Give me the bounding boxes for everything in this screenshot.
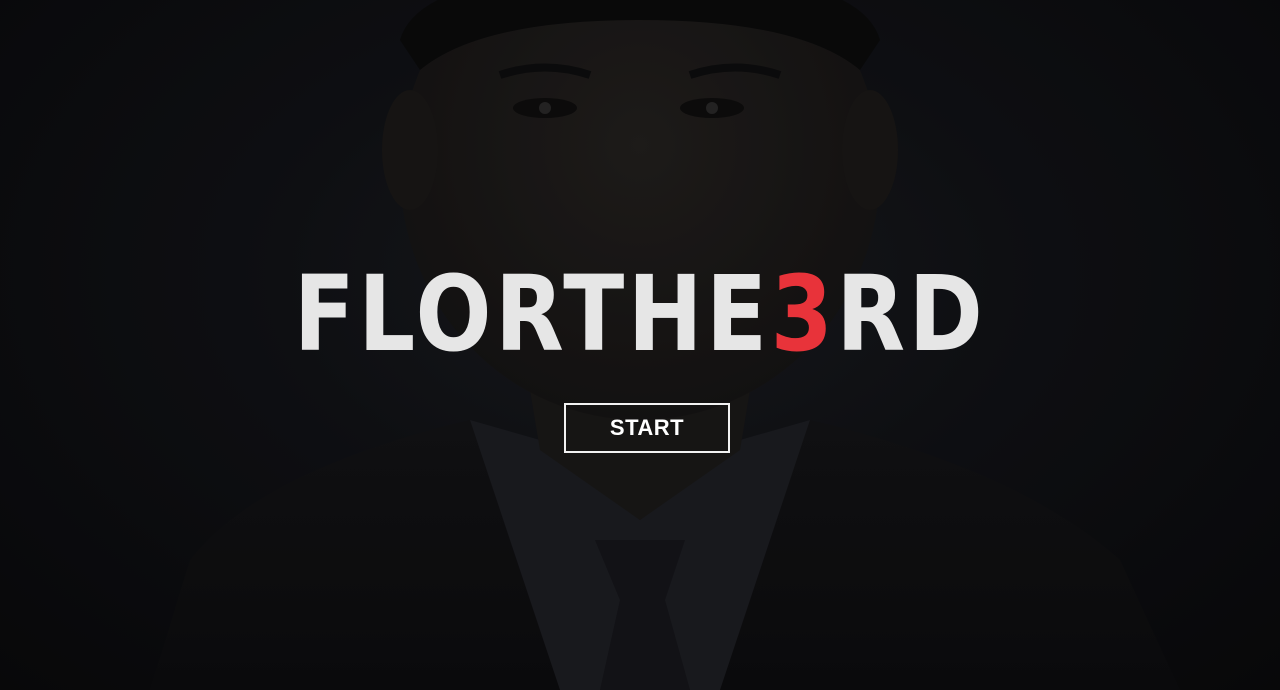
logo-text-part2: RD bbox=[836, 253, 987, 375]
logo-accent-digit: 3 bbox=[770, 253, 837, 375]
site-logo: FLORTHE3RD bbox=[90, 262, 1191, 366]
start-button[interactable]: START bbox=[564, 403, 730, 453]
landing-screen: FLORTHE3RD START bbox=[0, 0, 1280, 690]
logo-text-part1: FLORTHE bbox=[293, 253, 771, 375]
